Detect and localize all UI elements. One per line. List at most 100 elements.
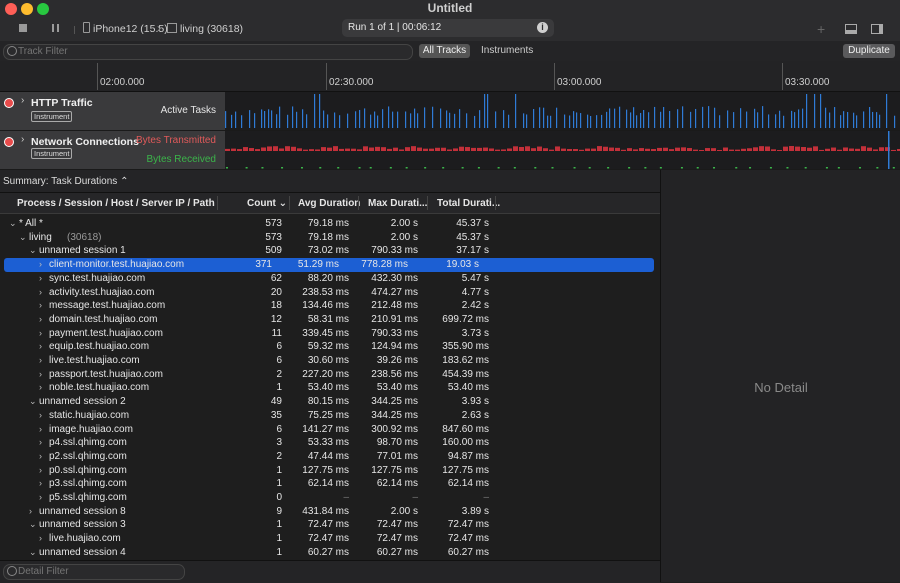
chevron-right-icon[interactable]: › bbox=[39, 299, 42, 313]
chevron-down-icon[interactable]: ⌄ bbox=[29, 244, 37, 258]
active-tasks-plot bbox=[225, 94, 896, 128]
process-selector[interactable]: living (30618) bbox=[180, 23, 243, 35]
chevron-right-icon[interactable]: › bbox=[39, 354, 42, 368]
table-row[interactable]: ⌄ unnamed session 2 49 80.15 ms 344.25 ms 3.9… bbox=[0, 395, 660, 409]
chevron-right-icon[interactable]: › bbox=[39, 409, 42, 423]
chevron-right-icon[interactable]: › bbox=[21, 95, 24, 106]
received-bar bbox=[573, 167, 576, 169]
column-header-avg-duration[interactable]: Avg Duration bbox=[298, 198, 360, 209]
column-divider[interactable] bbox=[358, 196, 359, 210]
column-divider[interactable] bbox=[495, 196, 496, 210]
chevron-right-icon[interactable]: › bbox=[39, 368, 42, 382]
row-avg-duration: 127.75 ms bbox=[302, 464, 349, 476]
table-row[interactable]: ⌄ * All * 573 79.18 ms 2.00 s 45.37 s bbox=[0, 217, 660, 231]
chevron-right-icon[interactable]: › bbox=[39, 532, 42, 546]
track-filter-field[interactable] bbox=[3, 44, 413, 60]
chevron-right-icon[interactable]: › bbox=[21, 134, 24, 145]
chevron-right-icon[interactable]: › bbox=[39, 491, 42, 505]
activity-bar bbox=[440, 108, 442, 128]
stop-icon[interactable] bbox=[19, 24, 27, 32]
chevron-right-icon[interactable]: › bbox=[39, 477, 42, 491]
tab-instruments[interactable]: Instruments bbox=[481, 44, 533, 58]
table-row[interactable]: › equip.test.huajiao.com 6 59.32 ms 124.94 m… bbox=[0, 340, 660, 354]
transmitted-bar bbox=[849, 148, 854, 151]
table-row[interactable]: ⌄ living (30618) 573 79.18 ms 2.00 s 45.37 s bbox=[0, 231, 660, 245]
chevron-right-icon[interactable]: › bbox=[39, 327, 42, 341]
info-icon[interactable]: i bbox=[537, 22, 548, 33]
column-divider[interactable] bbox=[217, 196, 218, 210]
column-header-count[interactable]: Count ⌄ bbox=[247, 198, 287, 209]
track-lane-network-connections[interactable] bbox=[225, 131, 900, 170]
chevron-right-icon[interactable]: › bbox=[39, 423, 42, 437]
column-header-total-duration[interactable]: Total Durati... bbox=[437, 198, 500, 209]
chevron-down-icon[interactable]: ⌄ bbox=[29, 395, 37, 409]
table-row[interactable]: › static.huajiao.com 35 75.25 ms 344.25 ms 2.… bbox=[0, 409, 660, 423]
record-icon[interactable] bbox=[4, 98, 14, 108]
row-name: unnamed session 2 bbox=[39, 396, 126, 408]
received-bar bbox=[369, 167, 372, 169]
table-row[interactable]: ⌄ unnamed session 1 509 73.02 ms 790.33 ms 37… bbox=[0, 244, 660, 258]
table-row[interactable]: › client-monitor.test.huajiao.com 371 51.29… bbox=[4, 258, 654, 272]
table-row[interactable]: ⌄ unnamed session 4 1 60.27 ms 60.27 ms 60.27… bbox=[0, 546, 660, 560]
row-count: 1 bbox=[276, 519, 282, 531]
table-row[interactable]: › p3.ssl.qhimg.com 1 62.14 ms 62.14 ms 62.14 … bbox=[0, 477, 660, 491]
transmitted-bar bbox=[561, 148, 566, 151]
table-row[interactable]: › payment.test.huajiao.com 11 339.45 ms 790.… bbox=[0, 327, 660, 341]
chevron-right-icon[interactable]: › bbox=[29, 505, 32, 519]
chevron-down-icon[interactable]: ⌄ bbox=[19, 231, 27, 245]
table-row[interactable]: › passport.test.huajiao.com 2 227.20 ms 238.… bbox=[0, 368, 660, 382]
chevron-down-icon[interactable]: ⌄ bbox=[9, 217, 17, 231]
panel-right-icon[interactable] bbox=[871, 24, 883, 34]
table-row[interactable]: › domain.test.huajiao.com 12 58.31 ms 210.91… bbox=[0, 313, 660, 327]
chevron-right-icon[interactable]: › bbox=[39, 381, 42, 395]
activity-bar bbox=[287, 114, 289, 128]
run-status[interactable]: Run 1 of 1 | 00:06:12 i bbox=[342, 19, 554, 37]
table-row[interactable]: › unnamed session 8 9 431.84 ms 2.00 s 3.89 s bbox=[0, 505, 660, 519]
table-row[interactable]: › image.huajiao.com 6 141.27 ms 300.92 ms 847… bbox=[0, 423, 660, 437]
table-row[interactable]: ⌄ unnamed session 3 1 72.47 ms 72.47 ms 72.47… bbox=[0, 518, 660, 532]
table-row[interactable]: › message.test.huajiao.com 18 134.46 ms 212.… bbox=[0, 299, 660, 313]
detail-filter-input[interactable] bbox=[18, 566, 318, 577]
table-row[interactable]: › activity.test.huajiao.com 20 238.53 ms 474… bbox=[0, 286, 660, 300]
chevron-down-icon[interactable]: ⌄ bbox=[29, 546, 37, 560]
track-lane-http-traffic[interactable] bbox=[225, 92, 900, 131]
pause-icon[interactable] bbox=[52, 24, 60, 32]
column-header-max-duration[interactable]: Max Durati... bbox=[368, 198, 427, 209]
record-icon[interactable] bbox=[4, 137, 14, 147]
tab-all-tracks[interactable]: All Tracks bbox=[419, 44, 470, 58]
chevron-right-icon[interactable]: › bbox=[39, 464, 42, 478]
transmitted-bar bbox=[855, 148, 860, 151]
summary-selector[interactable]: Summary: Task Durations ⌃ bbox=[3, 176, 128, 187]
add-icon[interactable]: + bbox=[817, 21, 825, 37]
table-row[interactable]: › p2.ssl.qhimg.com 2 47.44 ms 77.01 ms 94.87 … bbox=[0, 450, 660, 464]
chevron-right-icon[interactable]: › bbox=[39, 272, 42, 286]
received-bar bbox=[534, 167, 537, 169]
table-row[interactable]: › sync.test.huajiao.com 62 88.20 ms 432.30 m… bbox=[0, 272, 660, 286]
chevron-down-icon[interactable]: ⌄ bbox=[29, 518, 37, 532]
track-header-network-connections[interactable]: › Network Connections Instrument Bytes T… bbox=[0, 131, 225, 170]
duplicate-button[interactable]: Duplicate bbox=[843, 44, 895, 58]
table-row[interactable]: › p5.ssl.qhimg.com 0 – – – bbox=[0, 491, 660, 505]
column-header-name[interactable]: Process / Session / Host / Server IP / P… bbox=[17, 198, 215, 209]
detail-filter-field[interactable] bbox=[3, 564, 318, 580]
transmitted-bar bbox=[705, 148, 710, 151]
panel-bottom-icon[interactable] bbox=[845, 24, 857, 34]
transmitted-bar bbox=[453, 148, 458, 151]
table-row[interactable]: › live.huajiao.com 1 72.47 ms 72.47 ms 72.47 … bbox=[0, 532, 660, 546]
chevron-right-icon[interactable]: › bbox=[39, 450, 42, 464]
timeline-ruler[interactable]: 02:00.000 02:30.000 03:00.000 03:30.000 bbox=[0, 61, 900, 92]
table-row[interactable]: › live.test.huajiao.com 6 30.60 ms 39.26 ms 1… bbox=[0, 354, 660, 368]
column-divider[interactable] bbox=[427, 196, 428, 210]
chevron-right-icon[interactable]: › bbox=[39, 313, 42, 327]
track-header-http-traffic[interactable]: › HTTP Traffic Instrument Active Tasks bbox=[0, 92, 225, 131]
column-divider[interactable] bbox=[289, 196, 290, 210]
table-row[interactable]: › p0.ssl.qhimg.com 1 127.75 ms 127.75 ms 127.… bbox=[0, 464, 660, 478]
table-row[interactable]: › noble.test.huajiao.com 1 53.40 ms 53.40 ms… bbox=[0, 381, 660, 395]
chevron-right-icon[interactable]: › bbox=[39, 340, 42, 354]
chevron-right-icon[interactable]: › bbox=[39, 258, 42, 272]
table-row[interactable]: › p4.ssl.qhimg.com 3 53.33 ms 98.70 ms 160.00… bbox=[0, 436, 660, 450]
chevron-right-icon[interactable]: › bbox=[39, 436, 42, 450]
track-filter-input[interactable] bbox=[18, 46, 318, 57]
chevron-right-icon[interactable]: › bbox=[39, 286, 42, 300]
activity-bar bbox=[417, 113, 419, 128]
